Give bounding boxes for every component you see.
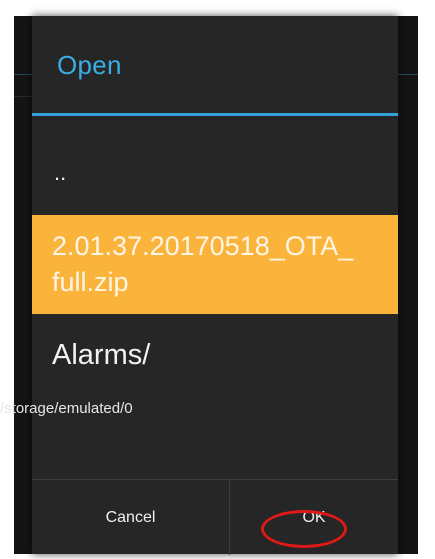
file-item-label: Alarms/ [52, 339, 151, 371]
open-file-dialog: Open .. 2.01.37.20170518_OTA_ full.zip A… [0, 16, 398, 555]
file-item-parent-directory[interactable]: .. [32, 152, 398, 212]
screen: Open .. 2.01.37.20170518_OTA_ full.zip A… [0, 0, 435, 559]
backdrop-divider-left [14, 74, 32, 75]
current-path-label: /storage/emulated/0 [0, 400, 133, 417]
backdrop-divider-right [398, 74, 418, 75]
file-item-selected-zip[interactable]: 2.01.37.20170518_OTA_ full.zip [32, 215, 398, 314]
file-item-label: .. [54, 160, 67, 185]
dialog-title: Open [57, 50, 122, 80]
file-item-alarms-folder[interactable]: Alarms/ [32, 326, 398, 386]
backdrop-divider-left-2 [14, 96, 32, 97]
dialog-button-bar: Cancel OK [32, 479, 398, 555]
cancel-button[interactable]: Cancel [32, 480, 229, 555]
ok-button-highlight-circle [261, 510, 347, 548]
title-divider [32, 113, 398, 116]
file-item-label: 2.01.37.20170518_OTA_ full.zip [52, 231, 354, 297]
